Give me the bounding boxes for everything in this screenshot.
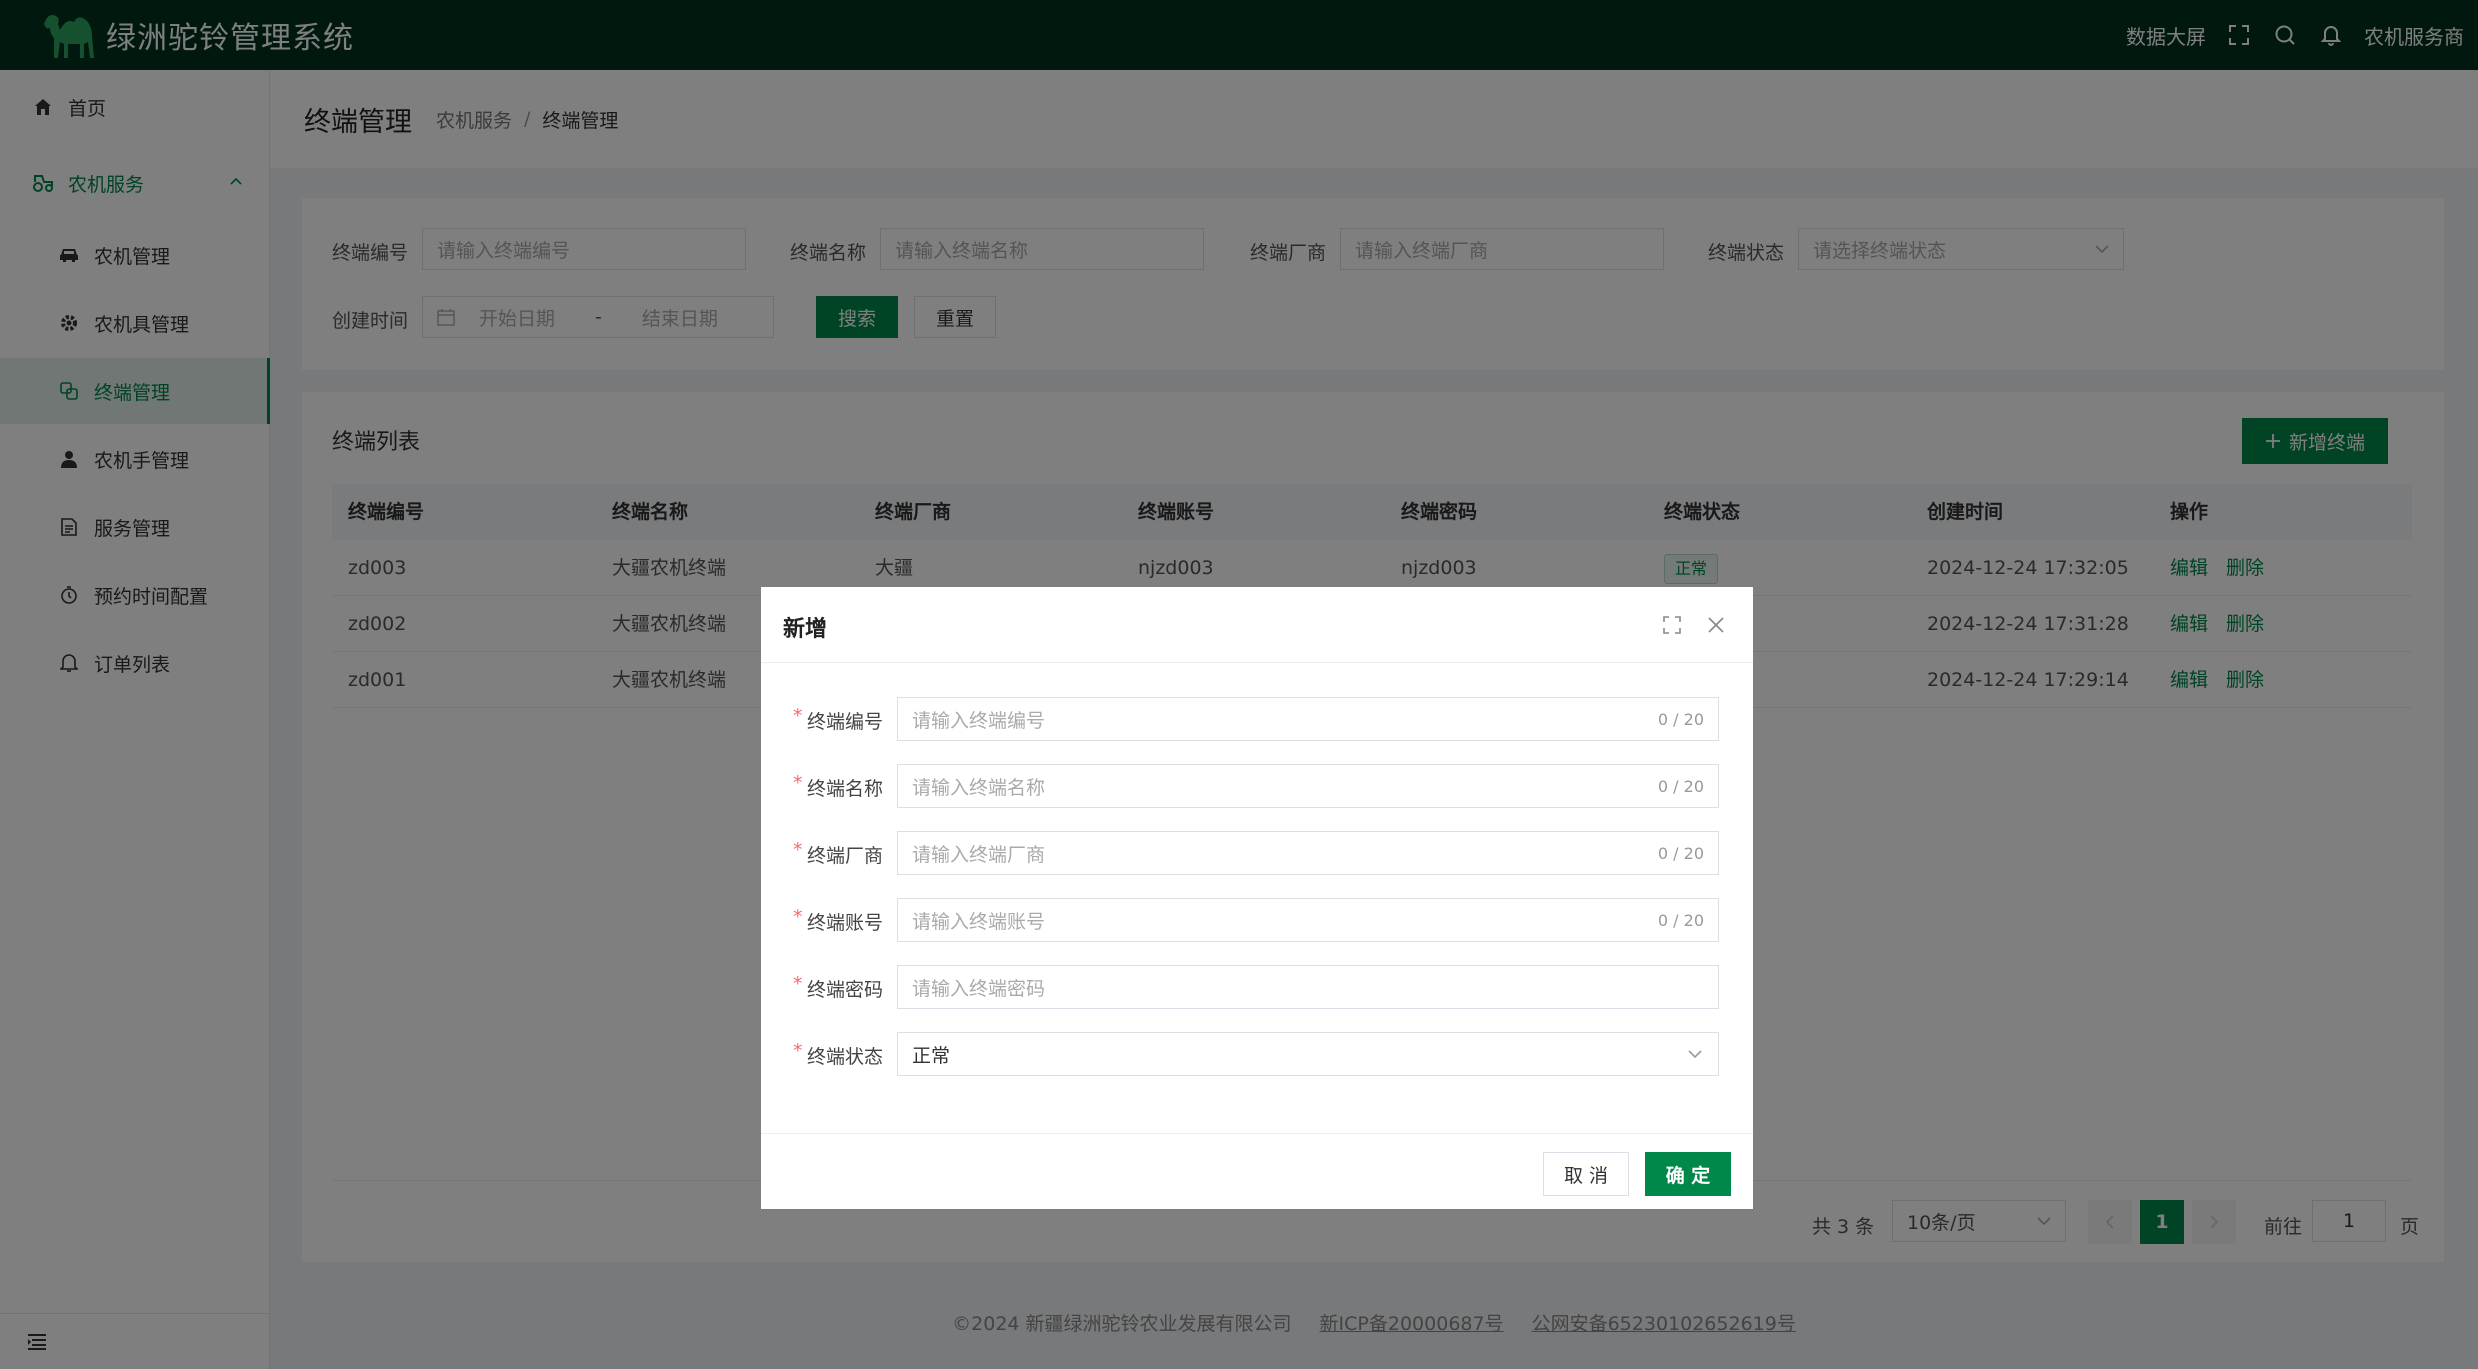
dialog-header: 新增 bbox=[761, 587, 1753, 663]
terminal-code-input[interactable]: 请输入终端编号 0 / 20 bbox=[897, 697, 1719, 741]
form-row-status: * 终端状态 正常 bbox=[761, 1032, 1753, 1076]
maximize-icon[interactable] bbox=[1661, 614, 1683, 636]
form-row-vendor: * 终端厂商 请输入终端厂商 0 / 20 bbox=[761, 831, 1753, 875]
input-placeholder: 请输入终端账号 bbox=[912, 910, 1046, 933]
terminal-status-select[interactable]: 正常 bbox=[897, 1032, 1719, 1076]
input-placeholder: 请输入终端名称 bbox=[912, 776, 1046, 799]
form-label: 终端状态 bbox=[807, 1046, 884, 1068]
required-mark: * bbox=[793, 973, 803, 995]
terminal-name-input[interactable]: 请输入终端名称 0 / 20 bbox=[897, 764, 1719, 808]
form-row-password: * 终端密码 请输入终端密码 bbox=[761, 965, 1753, 1009]
required-mark: * bbox=[793, 1040, 803, 1062]
char-counter: 0 / 20 bbox=[1657, 710, 1704, 729]
form-label: 终端厂商 bbox=[807, 845, 884, 867]
form-label: 终端密码 bbox=[807, 979, 884, 1001]
form-label: 终端账号 bbox=[807, 912, 884, 934]
form-row-name: * 终端名称 请输入终端名称 0 / 20 bbox=[761, 764, 1753, 808]
chevron-down-icon bbox=[1688, 1050, 1702, 1059]
required-mark: * bbox=[793, 705, 803, 727]
cancel-button[interactable]: 取 消 bbox=[1543, 1152, 1629, 1196]
dialog-title: 新增 bbox=[783, 617, 828, 642]
required-mark: * bbox=[793, 906, 803, 928]
char-counter: 0 / 20 bbox=[1657, 777, 1704, 796]
required-mark: * bbox=[793, 772, 803, 794]
form-row-code: * 终端编号 请输入终端编号 0 / 20 bbox=[761, 697, 1753, 741]
form-label: 终端编号 bbox=[807, 711, 884, 733]
char-counter: 0 / 20 bbox=[1657, 844, 1704, 863]
dialog-footer: 取 消 确 定 bbox=[761, 1133, 1753, 1209]
required-mark: * bbox=[793, 839, 803, 861]
input-placeholder: 请输入终端编号 bbox=[912, 709, 1046, 732]
form-row-account: * 终端账号 请输入终端账号 0 / 20 bbox=[761, 898, 1753, 942]
input-placeholder: 请输入终端厂商 bbox=[912, 843, 1046, 866]
char-counter: 0 / 20 bbox=[1657, 911, 1704, 930]
terminal-password-input[interactable]: 请输入终端密码 bbox=[897, 965, 1719, 1009]
terminal-account-input[interactable]: 请输入终端账号 0 / 20 bbox=[897, 898, 1719, 942]
close-icon[interactable] bbox=[1705, 614, 1727, 636]
confirm-button[interactable]: 确 定 bbox=[1645, 1152, 1731, 1196]
form-label: 终端名称 bbox=[807, 778, 884, 800]
add-terminal-dialog: 新增 * 终端编号 请输入终端编号 0 / 20 * 终端名称 请输入终端名称 … bbox=[761, 587, 1753, 1209]
select-value: 正常 bbox=[912, 1044, 951, 1067]
input-placeholder: 请输入终端密码 bbox=[912, 977, 1046, 1000]
terminal-vendor-input[interactable]: 请输入终端厂商 0 / 20 bbox=[897, 831, 1719, 875]
